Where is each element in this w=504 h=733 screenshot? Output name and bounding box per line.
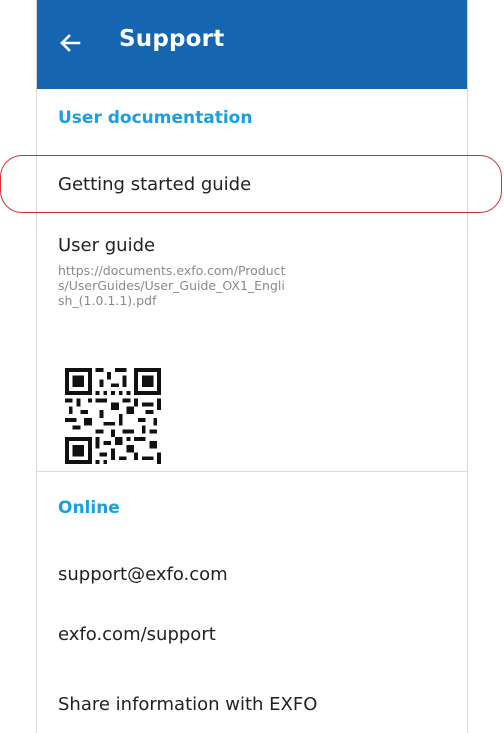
support-email-item[interactable]: support@exfo.com bbox=[37, 552, 467, 602]
support-panel: Support User documentation Getting start… bbox=[36, 0, 468, 733]
support-email-label: support@exfo.com bbox=[58, 564, 228, 585]
share-information-item[interactable]: Share information with EXFO bbox=[37, 672, 467, 722]
share-information-label: Share information with EXFO bbox=[58, 694, 318, 715]
page-title: Support bbox=[119, 26, 225, 52]
section-title-online: Online bbox=[58, 498, 120, 518]
section-title-user-documentation: User documentation bbox=[58, 108, 253, 128]
user-guide-url: https://documents.exfo.com/Products/User… bbox=[58, 263, 286, 308]
back-arrow-icon[interactable] bbox=[55, 28, 85, 58]
qr-code-image bbox=[65, 368, 161, 464]
getting-started-guide-label: Getting started guide bbox=[58, 174, 252, 195]
support-website-label: exfo.com/support bbox=[58, 624, 216, 645]
section-divider bbox=[37, 471, 467, 472]
getting-started-guide-item[interactable]: Getting started guide bbox=[37, 160, 467, 210]
user-guide-label: User guide bbox=[58, 235, 156, 256]
support-website-item[interactable]: exfo.com/support bbox=[37, 612, 467, 662]
app-header: Support bbox=[37, 0, 467, 89]
